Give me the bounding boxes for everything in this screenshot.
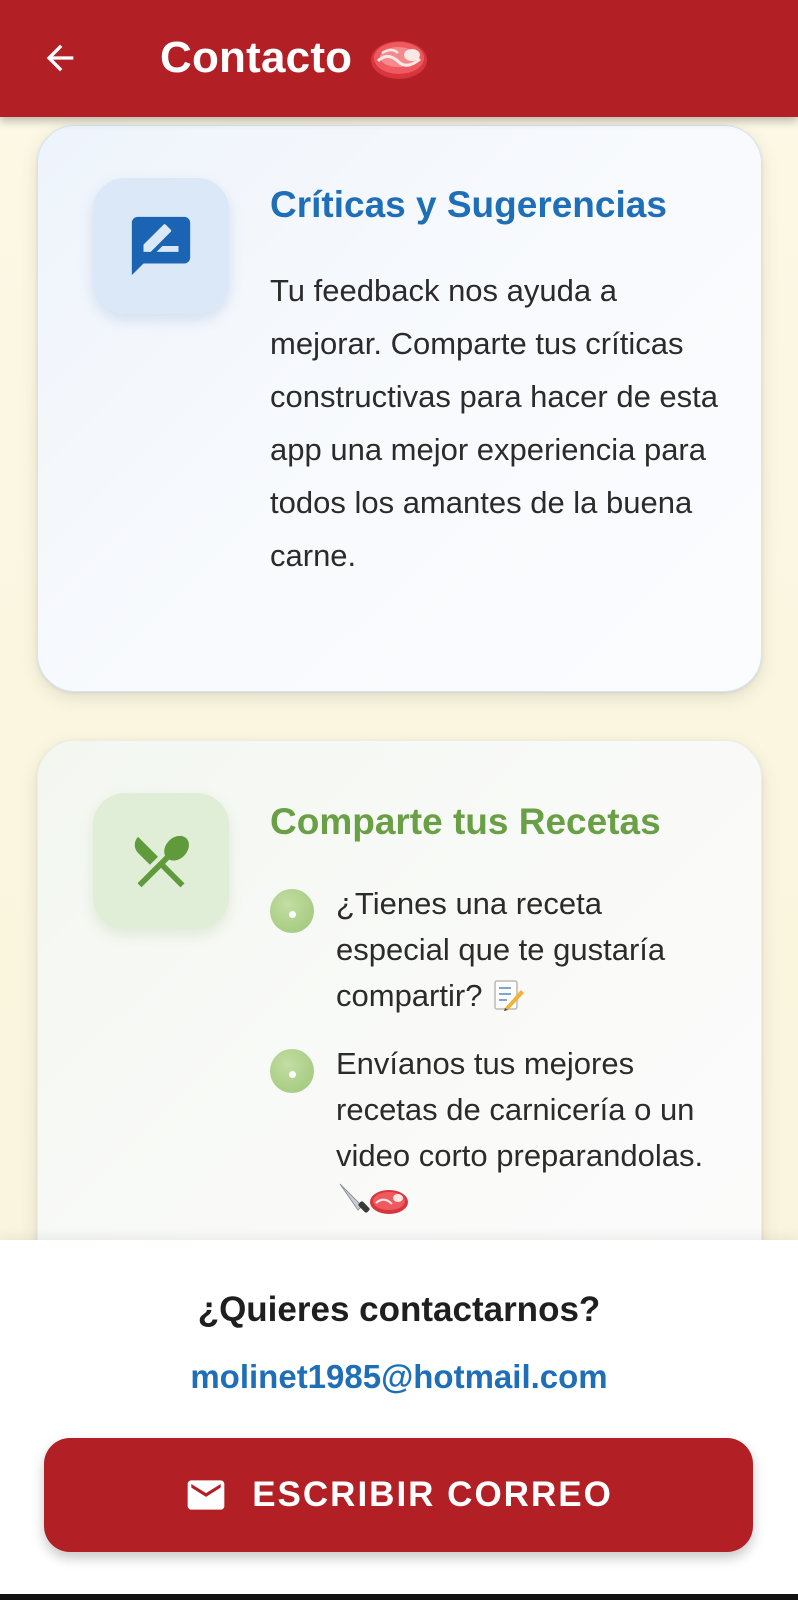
- email-link[interactable]: molinet1985@hotmail.com: [0, 1358, 798, 1396]
- rate-review-icon: [131, 216, 191, 276]
- meat-emoji: [368, 33, 430, 83]
- contact-panel: ¿Quieres contactarnos? molinet1985@hotma…: [0, 1240, 798, 1600]
- bullet-text: Envíanos tus mejores recetas de carnicer…: [336, 1041, 716, 1231]
- bullet-dot: [270, 1049, 314, 1093]
- mail-icon: [187, 1480, 225, 1510]
- app-bar: Contacto: [0, 0, 798, 117]
- recipes-icon-tile: [93, 793, 229, 929]
- feedback-card-body: Tu feedback nos ayuda a mejorar. Compart…: [270, 273, 719, 573]
- memo-emoji: [491, 978, 525, 1025]
- feedback-icon-tile: [93, 178, 229, 314]
- system-nav-bar: [0, 1594, 798, 1600]
- recipes-card: Comparte tus Recetas ¿Tienes una receta …: [37, 740, 762, 1302]
- bullet-text: ¿Tienes una receta especial que te gusta…: [336, 881, 716, 1025]
- page-title-text: Contacto: [160, 33, 353, 82]
- restaurant-icon: [134, 835, 189, 888]
- write-email-button-label: ESCRIBIR CORREO: [252, 1475, 613, 1514]
- contact-question: ¿Quieres contactarnos?: [197, 1290, 601, 1329]
- knife-meat-emoji: [336, 1180, 410, 1231]
- back-button[interactable]: [28, 26, 92, 90]
- recipes-card-title: Comparte tus Recetas: [270, 801, 661, 842]
- page-title: Contacto: [160, 26, 430, 90]
- bullet-dot: [270, 889, 314, 933]
- write-email-button[interactable]: ESCRIBIR CORREO: [44, 1438, 753, 1552]
- arrow-left-icon: [46, 44, 74, 72]
- feedback-card: Críticas y Sugerencias Tu feedback nos a…: [37, 125, 762, 692]
- bullet-text-content: Envíanos tus mejores recetas de carnicer…: [336, 1046, 704, 1173]
- feedback-card-title: Críticas y Sugerencias: [270, 184, 667, 225]
